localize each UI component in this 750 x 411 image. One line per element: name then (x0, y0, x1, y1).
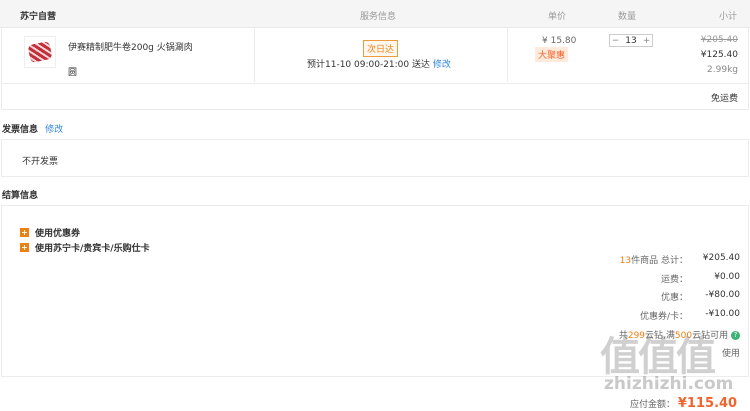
delivery-text: 预计11-10 09:00-21:00 送达 (307, 60, 430, 70)
settlement-section-title: 结算信息 (2, 191, 39, 201)
watermark-logo: 值值值 zhizhizhi.com (596, 322, 746, 407)
invoice-value: 不开发票 (22, 157, 59, 167)
item-count-label: 件商品 总计： (631, 256, 688, 266)
summary-coupon-row: 优惠券/卡： -¥10.00 (560, 309, 740, 322)
invoice-title: 发票信息 (2, 125, 39, 135)
promo-tag: 大聚惠 (535, 47, 569, 62)
shipping-fee-label: 运费： (660, 275, 688, 285)
shipping-label: 免运费 (710, 94, 738, 104)
product-name[interactable]: 伊赛精制肥牛卷200g 火锅涮肉 (68, 40, 193, 53)
divider (254, 28, 255, 82)
col-unit-price: 单价 (548, 12, 567, 22)
invoice-box: 不开发票 (1, 139, 749, 177)
beef-roll-image (27, 40, 53, 64)
summary-total-row: 13件商品 总计： ¥205.40 (560, 253, 740, 266)
invoice-edit-link[interactable]: 修改 (45, 125, 63, 135)
product-thumbnail[interactable] (24, 36, 56, 68)
coupon-amount: -¥10.00 (705, 309, 740, 319)
summary-discount-row: 优惠： -¥80.00 (560, 290, 740, 303)
item-weight: 2.99kg (707, 65, 738, 75)
shipping-fee: ¥0.00 (714, 272, 740, 282)
card-option-label[interactable]: 使用苏宁卡/贵宾卡/乐购仕卡 (35, 241, 150, 254)
coupon-option[interactable]: + 使用优惠券 (20, 226, 80, 239)
summary-shipping-row: 运费： ¥0.00 (560, 272, 740, 285)
coupon-label: 优惠券/卡： (639, 312, 688, 322)
store-name: 苏宁自营 (20, 12, 57, 22)
discount-label: 优惠： (660, 293, 688, 303)
next-day-tag: 次日达 (363, 40, 399, 57)
summary-total: ¥205.40 (702, 253, 740, 263)
discount-amount: -¥80.00 (705, 290, 740, 300)
card-option[interactable]: + 使用苏宁卡/贵宾卡/乐购仕卡 (20, 241, 150, 254)
watermark-site: zhizhizhi.com (604, 374, 734, 394)
unit-price: ¥ 15.80 (542, 36, 577, 46)
expand-plus-icon[interactable]: + (20, 243, 29, 252)
qty-plus-button[interactable]: + (641, 36, 652, 46)
shipping-bar: 免运费 (1, 84, 749, 110)
coupon-option-label[interactable]: 使用优惠券 (35, 226, 80, 239)
product-name-cont[interactable]: 圆 (68, 65, 77, 78)
divider (507, 28, 508, 82)
original-total: ¥205.40 (700, 35, 738, 45)
expand-plus-icon[interactable]: + (20, 228, 29, 237)
product-row: 伊赛精制肥牛卷200g 火锅涮肉 圆 次日达 预计11-10 09:00-21:… (1, 28, 749, 84)
invoice-section-title: 发票信息 修改 (2, 122, 63, 135)
col-service: 服务信息 (360, 12, 397, 22)
qty-input[interactable]: 13 (621, 36, 641, 46)
item-count: 13 (619, 256, 632, 266)
col-subtotal: 小计 (719, 12, 738, 22)
delivery-estimate: 预计11-10 09:00-21:00 送达 修改 (307, 57, 451, 70)
qty-minus-button[interactable]: − (610, 36, 621, 46)
item-subtotal: ¥125.40 (700, 50, 738, 60)
delivery-edit-link[interactable]: 修改 (433, 60, 451, 70)
col-quantity: 数量 (618, 12, 637, 22)
quantity-stepper: − 13 + (609, 34, 653, 47)
cart-table-header: 苏宁自营 服务信息 单价 数量 小计 (0, 0, 750, 28)
